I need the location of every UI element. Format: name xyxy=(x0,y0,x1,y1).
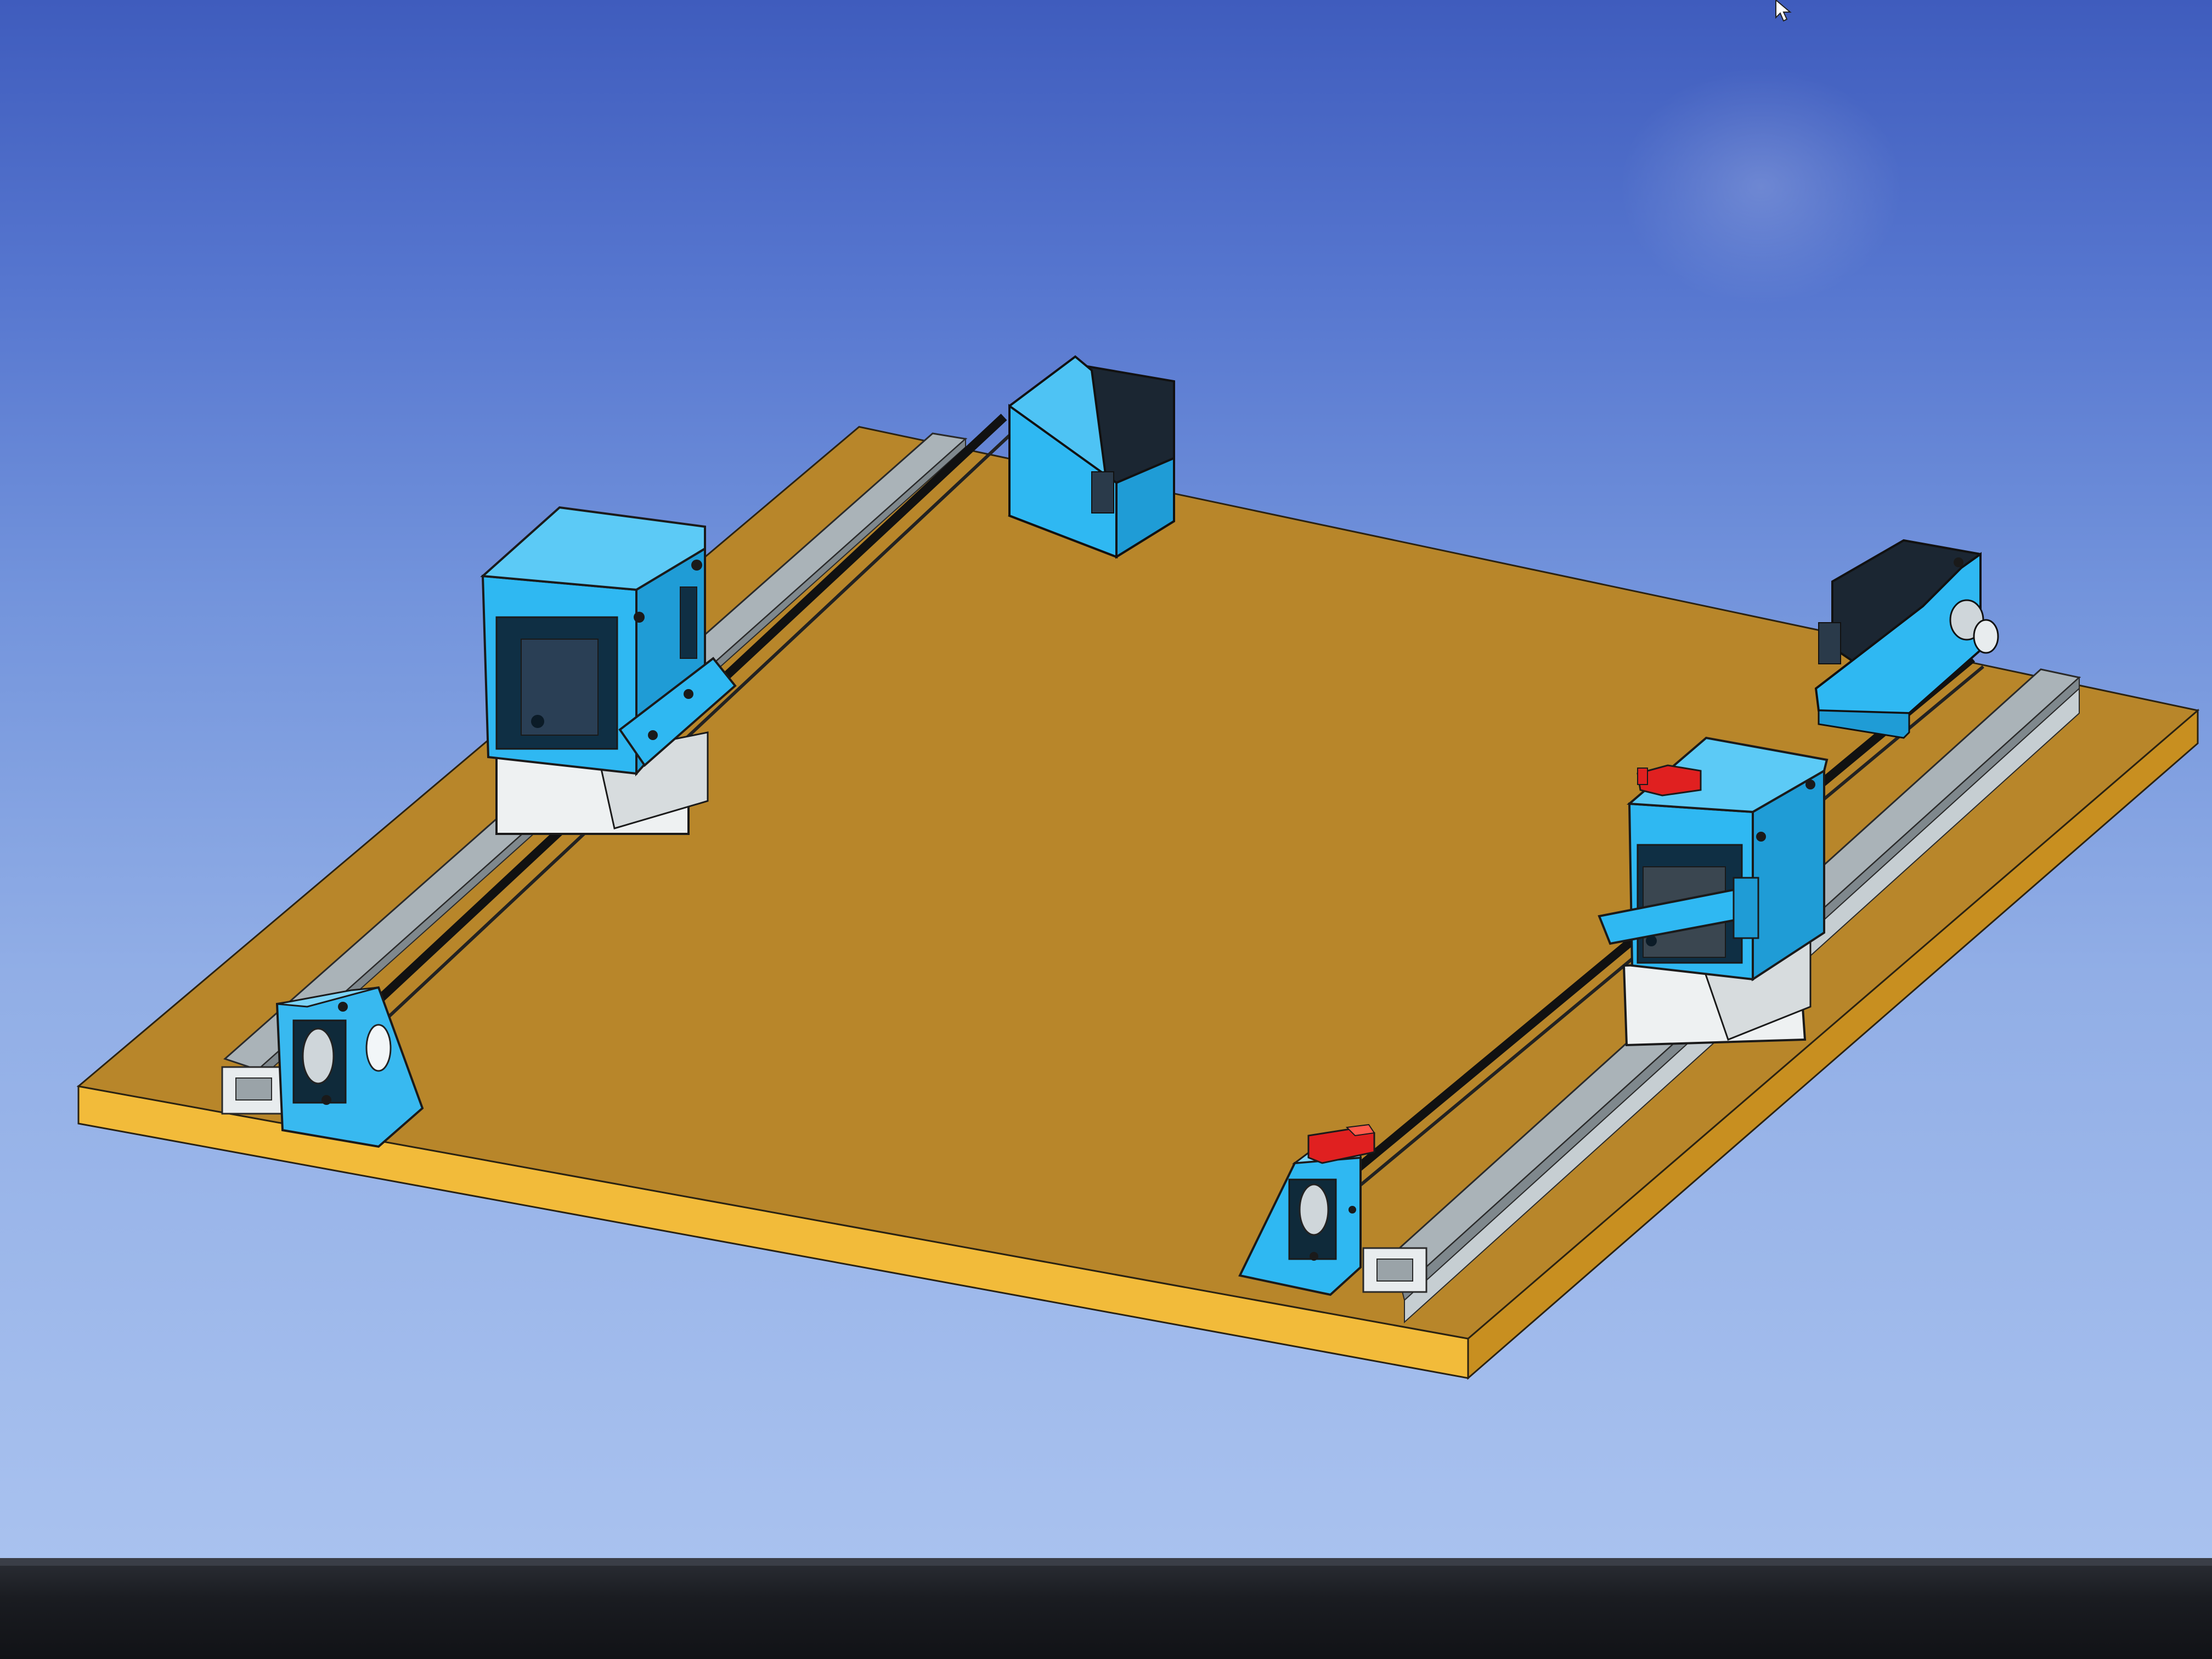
monitor-bezel xyxy=(0,1558,2212,1659)
left-carriage[interactable] xyxy=(480,506,737,835)
right-carriage-red-clip[interactable] xyxy=(1637,764,1702,797)
mouse-pointer-icon xyxy=(1775,0,1792,22)
cad-3d-model-view[interactable] xyxy=(0,0,2212,1569)
right-rail-end-profile xyxy=(1362,1247,1427,1293)
monitor-bezel-edge xyxy=(0,1558,2212,1566)
left-rail-end-profile xyxy=(221,1066,286,1115)
photo-of-monitor xyxy=(0,0,2212,1659)
cad-viewport[interactable] xyxy=(0,0,2212,1569)
